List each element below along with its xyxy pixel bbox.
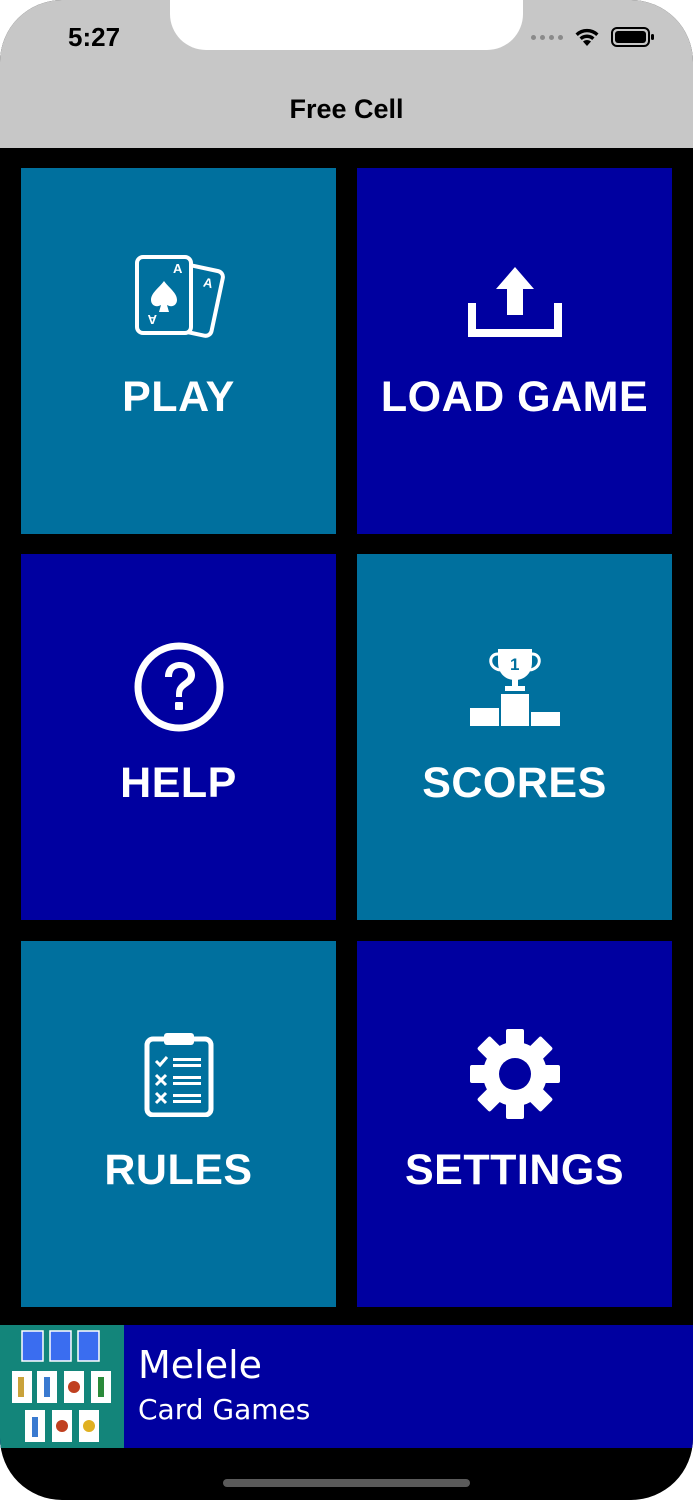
battery-icon	[611, 27, 654, 47]
ad-thumbnail	[0, 1325, 124, 1448]
rules-button[interactable]: RULES	[21, 941, 336, 1307]
signal-icon	[531, 34, 563, 40]
help-label: HELP	[120, 759, 237, 807]
cards-icon: A A A	[134, 255, 225, 338]
svg-text:A: A	[147, 312, 157, 327]
settings-button[interactable]: SETTINGS	[357, 941, 672, 1307]
scores-label: SCORES	[422, 759, 607, 807]
ad-banner[interactable]: Melele Card Games	[0, 1325, 693, 1448]
scores-button[interactable]: 1 SCORES	[357, 554, 672, 920]
ad-title: Melele	[138, 1343, 263, 1387]
svg-text:A: A	[173, 261, 183, 276]
home-indicator[interactable]	[223, 1479, 470, 1487]
clipboard-checklist-icon	[144, 1032, 213, 1117]
play-label: PLAY	[122, 373, 235, 421]
page-title: Free Cell	[289, 94, 404, 124]
help-button[interactable]: HELP	[21, 554, 336, 920]
ad-subtitle: Card Games	[138, 1393, 311, 1426]
play-button[interactable]: A A A PLAY	[21, 168, 336, 534]
wifi-icon	[575, 28, 599, 46]
settings-label: SETTINGS	[404, 1146, 625, 1194]
question-icon	[134, 642, 223, 731]
screen: 5:27 Free Cell A A A PLAY LOAD GAME HELP…	[0, 0, 693, 1500]
status-icons	[531, 26, 655, 48]
load-game-label: LOAD GAME	[380, 373, 649, 421]
svg-text:1: 1	[510, 655, 519, 674]
svg-text:A: A	[202, 274, 215, 291]
top-bar: 5:27 Free Cell	[0, 0, 693, 148]
gear-icon	[469, 1028, 560, 1119]
trophy-podium-icon: 1	[469, 648, 560, 726]
notch	[170, 0, 523, 50]
status-time: 5:27	[68, 22, 121, 52]
card-deck-image-icon	[12, 1330, 111, 1442]
upload-icon	[467, 266, 562, 337]
load-game-button[interactable]: LOAD GAME	[357, 168, 672, 534]
rules-label: RULES	[104, 1146, 253, 1194]
